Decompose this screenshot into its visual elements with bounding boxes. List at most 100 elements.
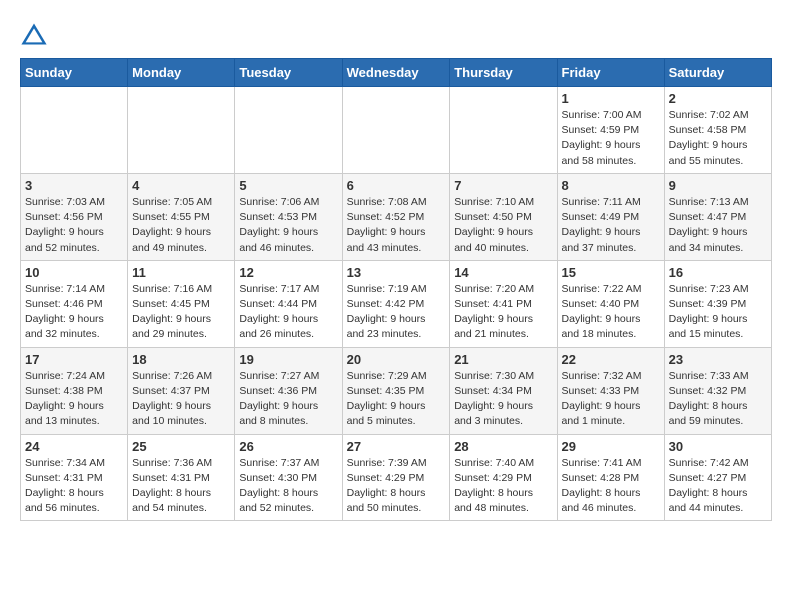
day-number: 21: [454, 352, 552, 367]
day-info: Sunrise: 7:16 AM Sunset: 4:45 PM Dayligh…: [132, 282, 230, 343]
day-info: Sunrise: 7:40 AM Sunset: 4:29 PM Dayligh…: [454, 456, 552, 517]
day-number: 14: [454, 265, 552, 280]
week-row-1: 1 Sunrise: 7:00 AM Sunset: 4:59 PM Daylig…: [21, 87, 772, 174]
column-header-sunday: Sunday: [21, 59, 128, 87]
day-cell: [235, 87, 342, 174]
page-header: [20, 20, 772, 48]
day-cell: 6Sunrise: 7:08 AM Sunset: 4:52 PM Daylig…: [342, 173, 450, 260]
day-number: 22: [562, 352, 660, 367]
day-info: Sunrise: 7:22 AM Sunset: 4:40 PM Dayligh…: [562, 282, 660, 343]
day-cell: 29 Sunrise: 7:41 AM Sunset: 4:28 PM Dayli…: [557, 434, 664, 521]
day-cell: 16 Sunrise: 7:23 AM Sunset: 4:39 PM Dayli…: [664, 260, 771, 347]
calendar-table: SundayMondayTuesdayWednesdayThursdayFrid…: [20, 58, 772, 521]
day-info: Sunrise: 7:03 AM Sunset: 4:56 PM Dayligh…: [25, 195, 123, 256]
day-info: Sunrise: 7:36 AM Sunset: 4:31 PM Dayligh…: [132, 456, 230, 517]
day-info: Sunrise: 7:27 AM Sunset: 4:36 PM Dayligh…: [239, 369, 337, 430]
day-info: Sunrise: 7:42 AM Sunset: 4:27 PM Dayligh…: [669, 456, 767, 517]
day-info: Sunrise: 7:14 AM Sunset: 4:46 PM Dayligh…: [25, 282, 123, 343]
day-number: 5: [239, 178, 337, 193]
day-info: Sunrise: 7:05 AM Sunset: 4:55 PM Dayligh…: [132, 195, 230, 256]
day-number: 4: [132, 178, 230, 193]
day-number: 10: [25, 265, 123, 280]
day-cell: [128, 87, 235, 174]
day-cell: 17 Sunrise: 7:24 AM Sunset: 4:38 PM Dayli…: [21, 347, 128, 434]
day-info: Sunrise: 7:13 AM Sunset: 4:47 PM Dayligh…: [669, 195, 767, 256]
day-info: Sunrise: 7:39 AM Sunset: 4:29 PM Dayligh…: [347, 456, 446, 517]
day-number: 7: [454, 178, 552, 193]
day-number: 15: [562, 265, 660, 280]
day-number: 27: [347, 439, 446, 454]
column-header-saturday: Saturday: [664, 59, 771, 87]
day-cell: 9Sunrise: 7:13 AM Sunset: 4:47 PM Daylig…: [664, 173, 771, 260]
day-number: 26: [239, 439, 337, 454]
day-info: Sunrise: 7:10 AM Sunset: 4:50 PM Dayligh…: [454, 195, 552, 256]
day-cell: 12Sunrise: 7:17 AM Sunset: 4:44 PM Dayli…: [235, 260, 342, 347]
day-number: 16: [669, 265, 767, 280]
day-cell: 18Sunrise: 7:26 AM Sunset: 4:37 PM Dayli…: [128, 347, 235, 434]
day-cell: 10 Sunrise: 7:14 AM Sunset: 4:46 PM Dayli…: [21, 260, 128, 347]
day-number: 18: [132, 352, 230, 367]
day-info: Sunrise: 7:23 AM Sunset: 4:39 PM Dayligh…: [669, 282, 767, 343]
day-info: Sunrise: 7:24 AM Sunset: 4:38 PM Dayligh…: [25, 369, 123, 430]
day-number: 23: [669, 352, 767, 367]
day-cell: 27 Sunrise: 7:39 AM Sunset: 4:29 PM Dayli…: [342, 434, 450, 521]
day-cell: 23 Sunrise: 7:33 AM Sunset: 4:32 PM Dayli…: [664, 347, 771, 434]
day-number: 13: [347, 265, 446, 280]
day-number: 25: [132, 439, 230, 454]
week-row-4: 17 Sunrise: 7:24 AM Sunset: 4:38 PM Dayli…: [21, 347, 772, 434]
day-info: Sunrise: 7:02 AM Sunset: 4:58 PM Dayligh…: [669, 108, 767, 169]
logo: [20, 20, 52, 48]
day-cell: 30 Sunrise: 7:42 AM Sunset: 4:27 PM Dayli…: [664, 434, 771, 521]
column-header-friday: Friday: [557, 59, 664, 87]
day-cell: [21, 87, 128, 174]
day-info: Sunrise: 7:41 AM Sunset: 4:28 PM Dayligh…: [562, 456, 660, 517]
day-cell: 2 Sunrise: 7:02 AM Sunset: 4:58 PM Daylig…: [664, 87, 771, 174]
header-row: SundayMondayTuesdayWednesdayThursdayFrid…: [21, 59, 772, 87]
day-number: 2: [669, 91, 767, 106]
day-number: 8: [562, 178, 660, 193]
day-info: Sunrise: 7:19 AM Sunset: 4:42 PM Dayligh…: [347, 282, 446, 343]
day-number: 19: [239, 352, 337, 367]
day-cell: 28 Sunrise: 7:40 AM Sunset: 4:29 PM Dayli…: [450, 434, 557, 521]
day-number: 3: [25, 178, 123, 193]
day-cell: 24Sunrise: 7:34 AM Sunset: 4:31 PM Dayli…: [21, 434, 128, 521]
day-info: Sunrise: 7:08 AM Sunset: 4:52 PM Dayligh…: [347, 195, 446, 256]
day-cell: 4 Sunrise: 7:05 AM Sunset: 4:55 PM Daylig…: [128, 173, 235, 260]
day-cell: 3 Sunrise: 7:03 AM Sunset: 4:56 PM Daylig…: [21, 173, 128, 260]
week-row-3: 10 Sunrise: 7:14 AM Sunset: 4:46 PM Dayli…: [21, 260, 772, 347]
day-cell: 7 Sunrise: 7:10 AM Sunset: 4:50 PM Daylig…: [450, 173, 557, 260]
week-row-2: 3 Sunrise: 7:03 AM Sunset: 4:56 PM Daylig…: [21, 173, 772, 260]
day-cell: 15 Sunrise: 7:22 AM Sunset: 4:40 PM Dayli…: [557, 260, 664, 347]
day-cell: [342, 87, 450, 174]
day-info: Sunrise: 7:00 AM Sunset: 4:59 PM Dayligh…: [562, 108, 660, 169]
day-info: Sunrise: 7:34 AM Sunset: 4:31 PM Dayligh…: [25, 456, 123, 517]
day-info: Sunrise: 7:17 AM Sunset: 4:44 PM Dayligh…: [239, 282, 337, 343]
day-cell: 14Sunrise: 7:20 AM Sunset: 4:41 PM Dayli…: [450, 260, 557, 347]
column-header-tuesday: Tuesday: [235, 59, 342, 87]
day-cell: 11 Sunrise: 7:16 AM Sunset: 4:45 PM Dayli…: [128, 260, 235, 347]
day-number: 30: [669, 439, 767, 454]
day-info: Sunrise: 7:37 AM Sunset: 4:30 PM Dayligh…: [239, 456, 337, 517]
day-number: 17: [25, 352, 123, 367]
day-info: Sunrise: 7:29 AM Sunset: 4:35 PM Dayligh…: [347, 369, 446, 430]
column-header-wednesday: Wednesday: [342, 59, 450, 87]
day-cell: 19 Sunrise: 7:27 AM Sunset: 4:36 PM Dayli…: [235, 347, 342, 434]
logo-icon: [20, 20, 48, 48]
day-info: Sunrise: 7:30 AM Sunset: 4:34 PM Dayligh…: [454, 369, 552, 430]
day-info: Sunrise: 7:11 AM Sunset: 4:49 PM Dayligh…: [562, 195, 660, 256]
calendar-body: 1 Sunrise: 7:00 AM Sunset: 4:59 PM Daylig…: [21, 87, 772, 521]
calendar-header: SundayMondayTuesdayWednesdayThursdayFrid…: [21, 59, 772, 87]
day-cell: 25 Sunrise: 7:36 AM Sunset: 4:31 PM Dayli…: [128, 434, 235, 521]
column-header-monday: Monday: [128, 59, 235, 87]
day-number: 1: [562, 91, 660, 106]
day-cell: 1 Sunrise: 7:00 AM Sunset: 4:59 PM Daylig…: [557, 87, 664, 174]
column-header-thursday: Thursday: [450, 59, 557, 87]
day-cell: 8 Sunrise: 7:11 AM Sunset: 4:49 PM Daylig…: [557, 173, 664, 260]
day-cell: 5Sunrise: 7:06 AM Sunset: 4:53 PM Daylig…: [235, 173, 342, 260]
day-info: Sunrise: 7:33 AM Sunset: 4:32 PM Dayligh…: [669, 369, 767, 430]
week-row-5: 24Sunrise: 7:34 AM Sunset: 4:31 PM Dayli…: [21, 434, 772, 521]
day-cell: 13 Sunrise: 7:19 AM Sunset: 4:42 PM Dayli…: [342, 260, 450, 347]
day-number: 28: [454, 439, 552, 454]
day-number: 11: [132, 265, 230, 280]
day-number: 29: [562, 439, 660, 454]
